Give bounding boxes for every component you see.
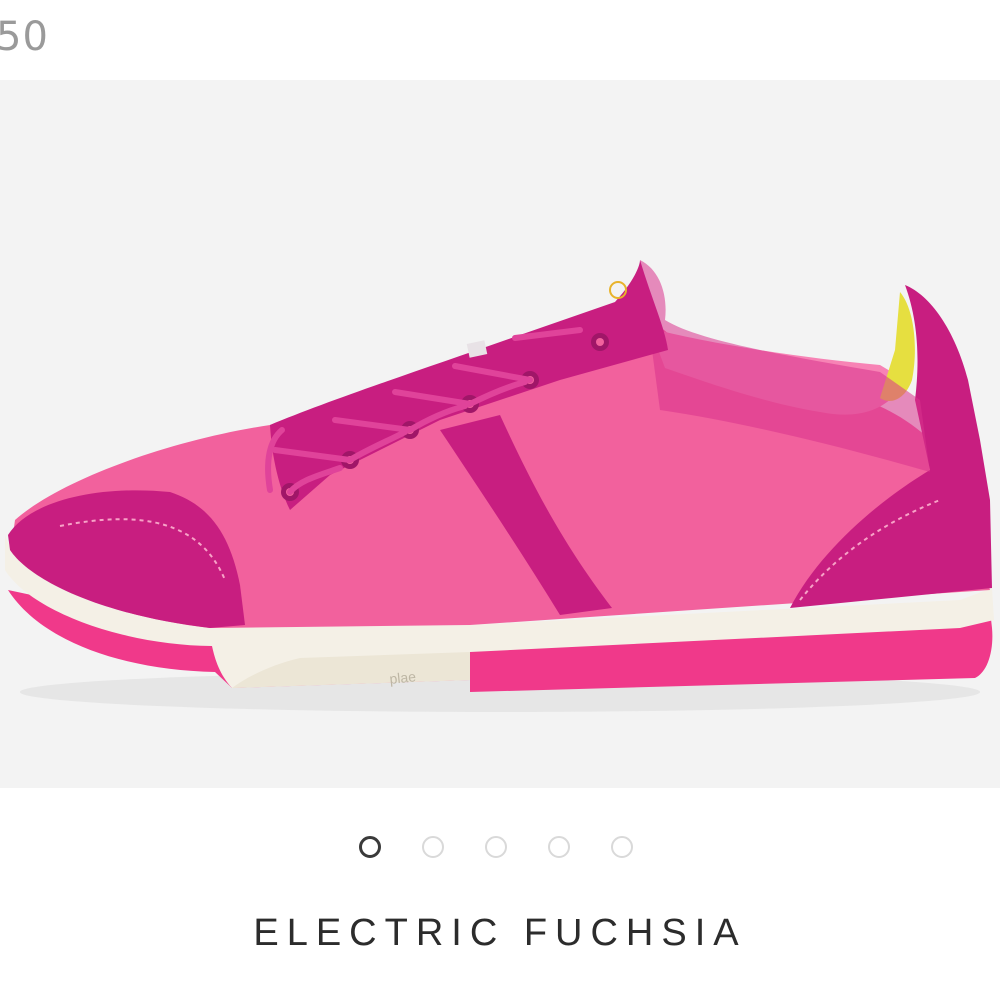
sole-brand-text: plae (389, 668, 417, 687)
carousel-dot-5[interactable] (611, 836, 633, 858)
product-page: 50 plae ELECTRIC FUCHSIA (0, 0, 1000, 1000)
carousel-pagination (0, 836, 1000, 864)
carousel-dot-4[interactable] (548, 836, 570, 858)
carousel-dot-3[interactable] (485, 836, 507, 858)
price-text: 50 (0, 14, 49, 60)
color-name-label: ELECTRIC FUCHSIA (253, 912, 747, 954)
carousel-dot-1[interactable] (359, 836, 381, 858)
carousel-dot-2[interactable] (422, 836, 444, 858)
sneaker-illustration: plae (5, 260, 994, 712)
product-image[interactable]: plae (0, 80, 1000, 788)
